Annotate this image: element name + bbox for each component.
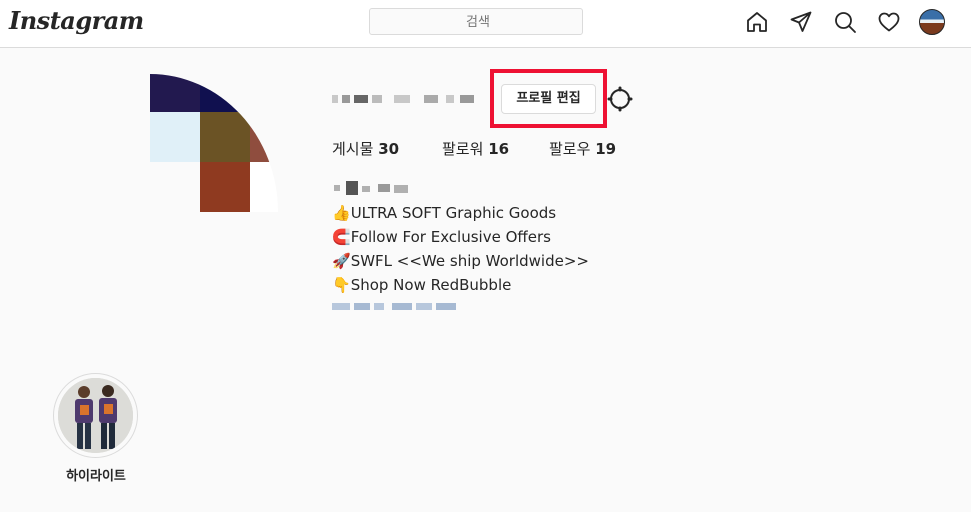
full-name-obscured <box>332 181 410 195</box>
highlight-cover-image[interactable] <box>58 378 133 453</box>
bio-line-text: SWFL <<We ship Worldwide>> <box>350 252 589 270</box>
search-box[interactable] <box>369 8 586 36</box>
posts-stat: 게시물 30 <box>332 138 399 159</box>
profile-avatar-icon[interactable] <box>919 9 945 35</box>
home-icon[interactable] <box>745 10 769 34</box>
thumbs-up-emoji: 👍 <box>332 204 351 222</box>
settings-gear-icon[interactable] <box>607 86 633 112</box>
bio-line: 👍ULTRA SOFT Graphic Goods <box>332 204 556 222</box>
story-highlight[interactable] <box>53 373 138 458</box>
profile-picture[interactable] <box>150 74 278 212</box>
username-obscured <box>332 92 482 106</box>
explore-search-icon[interactable] <box>833 10 857 34</box>
posts-count: 30 <box>378 140 400 158</box>
bio-line-text: Shop Now RedBubble <box>350 276 512 294</box>
followers-label[interactable]: 팔로워 <box>442 140 483 158</box>
following-stat[interactable]: 팔로우 19 <box>549 138 616 159</box>
pointing-down-emoji: 👇 <box>332 276 351 294</box>
bio-line-text: Follow For Exclusive Offers <box>350 228 551 246</box>
following-count[interactable]: 19 <box>595 140 616 158</box>
highlight-people-image <box>58 378 133 453</box>
followers-count[interactable]: 16 <box>488 140 509 158</box>
bio-website-link-obscured[interactable] <box>332 301 458 313</box>
rocket-emoji: 🚀 <box>332 252 351 270</box>
bio-line: 🚀SWFL <<We ship Worldwide>> <box>332 252 589 270</box>
instagram-logo[interactable]: Instagram <box>9 6 144 35</box>
activity-heart-icon[interactable] <box>877 10 901 34</box>
search-input[interactable] <box>370 9 586 36</box>
direct-message-icon[interactable] <box>789 10 813 34</box>
followers-stat[interactable]: 팔로워 16 <box>442 138 509 159</box>
bio-line-text: ULTRA SOFT Graphic Goods <box>350 204 557 222</box>
bio-line: 👇Shop Now RedBubble <box>332 276 511 294</box>
magnet-emoji: 🧲 <box>332 228 351 246</box>
posts-label: 게시물 <box>332 140 374 158</box>
bio-line: 🧲Follow For Exclusive Offers <box>332 228 551 246</box>
highlight-label[interactable]: 하이라이트 <box>56 465 136 484</box>
following-label[interactable]: 팔로우 <box>549 140 590 158</box>
edit-profile-button[interactable]: 프로필 편집 <box>501 84 596 114</box>
top-nav-bar: Instagram <box>0 0 971 48</box>
